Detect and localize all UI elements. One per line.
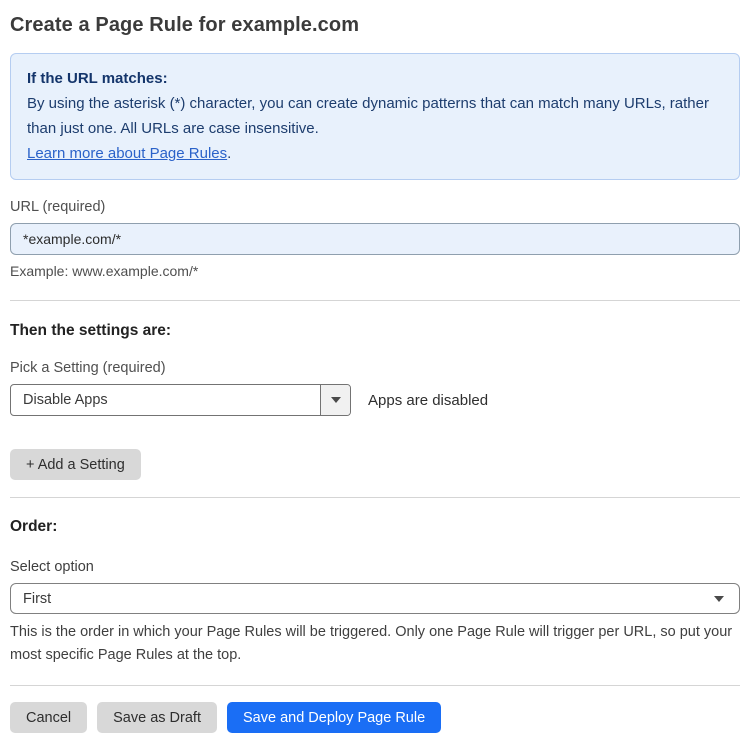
divider — [10, 497, 740, 498]
setting-row: Disable Apps Apps are disabled — [10, 384, 740, 416]
url-input[interactable] — [10, 223, 740, 255]
order-select-value: First — [23, 590, 52, 607]
pick-setting-label: Pick a Setting (required) — [10, 360, 166, 376]
cancel-button[interactable]: Cancel — [10, 702, 88, 733]
setting-dropdown-arrow-button[interactable] — [320, 385, 350, 415]
url-field-label: URL (required) — [10, 199, 106, 215]
setting-dropdown-value: Disable Apps — [23, 392, 108, 408]
order-select[interactable]: First — [10, 583, 740, 614]
page-title: Create a Page Rule for example.com — [10, 14, 360, 36]
setting-dropdown[interactable]: Disable Apps — [10, 384, 351, 416]
chevron-down-icon — [330, 397, 341, 403]
add-setting-button[interactable]: + Add a Setting — [10, 449, 141, 480]
order-section-heading: Order: — [10, 518, 58, 535]
settings-section-heading: Then the settings are: — [10, 322, 172, 339]
divider — [10, 685, 740, 686]
learn-more-link[interactable]: Learn more about Page Rules — [27, 145, 227, 162]
url-match-info-box: If the URL matches: By using the asteris… — [10, 53, 740, 180]
order-help-text: This is the order in which your Page Rul… — [10, 624, 733, 663]
chevron-down-icon — [714, 595, 724, 602]
save-as-draft-button[interactable]: Save as Draft — [97, 702, 217, 733]
setting-status-text: Apps are disabled — [368, 391, 489, 409]
info-box-link-line: Learn more about Page Rules. — [27, 141, 723, 166]
info-box-body: By using the asterisk (*) character, you… — [27, 95, 709, 137]
order-select-label: Select option — [10, 559, 94, 575]
link-period: . — [227, 145, 232, 162]
save-and-deploy-button[interactable]: Save and Deploy Page Rule — [226, 702, 442, 733]
info-box-heading: If the URL matches: — [27, 70, 168, 87]
divider — [10, 300, 740, 301]
footer-button-bar: Cancel Save as Draft Save and Deploy Pag… — [10, 702, 740, 733]
url-example-text: Example: www.example.com/* — [10, 263, 199, 279]
